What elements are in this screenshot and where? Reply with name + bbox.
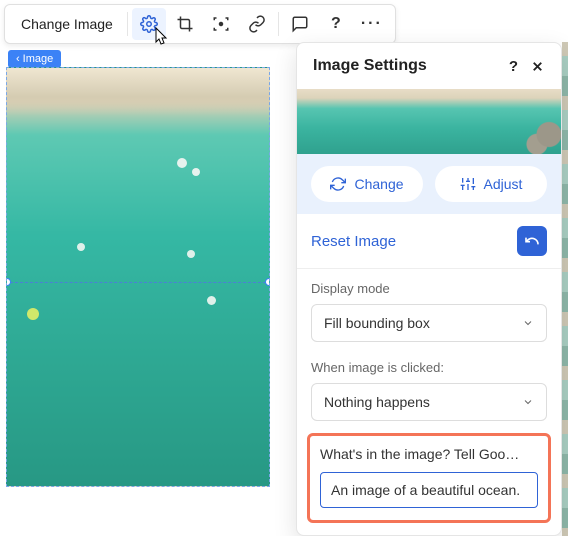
alt-text-input[interactable] <box>320 472 538 508</box>
edge-strip <box>562 42 568 536</box>
undo-icon <box>524 233 540 249</box>
display-mode-select[interactable]: Fill bounding box <box>311 304 547 342</box>
resize-handle-left[interactable] <box>6 278 11 286</box>
undo-button[interactable] <box>517 226 547 256</box>
image-toolbar: Change Image ? ··· <box>4 4 396 44</box>
decorative-blob <box>192 168 200 176</box>
focal-point-icon <box>212 15 230 33</box>
refresh-icon <box>330 176 346 192</box>
decorative-blob <box>187 250 195 258</box>
decorative-blob <box>77 243 85 251</box>
panel-close-button[interactable] <box>530 59 545 74</box>
decorative-blob <box>177 158 187 168</box>
sliders-icon <box>460 176 476 192</box>
image-settings-panel: Image Settings ? Change Adjust <box>296 42 562 536</box>
panel-title: Image Settings <box>313 57 427 75</box>
alt-text-field: What's in the image? Tell Goo… <box>307 433 551 523</box>
close-icon <box>530 59 545 74</box>
crop-button[interactable] <box>168 8 202 40</box>
more-icon: ··· <box>361 15 383 33</box>
comment-button[interactable] <box>283 8 317 40</box>
display-mode-value: Fill bounding box <box>324 315 430 331</box>
image-canvas[interactable] <box>6 67 270 487</box>
question-icon: ? <box>331 15 341 33</box>
resize-handle-right[interactable] <box>265 278 270 286</box>
adjust-button[interactable]: Adjust <box>435 166 547 202</box>
reset-row: Reset Image <box>297 214 561 269</box>
breadcrumb[interactable]: ‹ Image <box>8 50 61 68</box>
toolbar-separator <box>278 12 279 36</box>
breadcrumb-label: Image <box>23 53 54 65</box>
click-action-value: Nothing happens <box>324 394 430 410</box>
toolbar-separator <box>127 12 128 36</box>
action-row: Change Adjust <box>297 154 561 214</box>
image-thumbnail <box>297 89 561 154</box>
more-button[interactable]: ··· <box>355 8 389 40</box>
click-action-select[interactable]: Nothing happens <box>311 383 547 421</box>
alt-text-label: What's in the image? Tell Goo… <box>320 446 538 462</box>
gear-icon <box>140 15 158 33</box>
chevron-down-icon <box>522 396 534 408</box>
focal-point-button[interactable] <box>204 8 238 40</box>
question-icon: ? <box>509 58 518 75</box>
panel-help-button[interactable]: ? <box>509 58 518 75</box>
link-icon <box>248 15 266 33</box>
reset-image-button[interactable]: Reset Image <box>311 233 396 250</box>
panel-header: Image Settings ? <box>297 43 561 89</box>
help-button[interactable]: ? <box>319 8 353 40</box>
decorative-blob <box>27 308 39 320</box>
chevron-down-icon <box>522 317 534 329</box>
link-button[interactable] <box>240 8 274 40</box>
change-label: Change <box>354 176 403 192</box>
change-button[interactable]: Change <box>311 166 423 202</box>
chevron-left-icon: ‹ <box>16 53 20 65</box>
guide-line <box>6 282 270 283</box>
comment-icon <box>291 15 309 33</box>
adjust-label: Adjust <box>484 176 523 192</box>
click-action-field: When image is clicked: Nothing happens <box>297 348 561 427</box>
settings-button[interactable] <box>132 8 166 40</box>
click-action-label: When image is clicked: <box>311 360 547 375</box>
crop-icon <box>176 15 194 33</box>
change-image-button[interactable]: Change Image <box>11 8 123 40</box>
display-mode-label: Display mode <box>311 281 547 296</box>
decorative-blob <box>207 296 216 305</box>
display-mode-field: Display mode Fill bounding box <box>297 269 561 348</box>
